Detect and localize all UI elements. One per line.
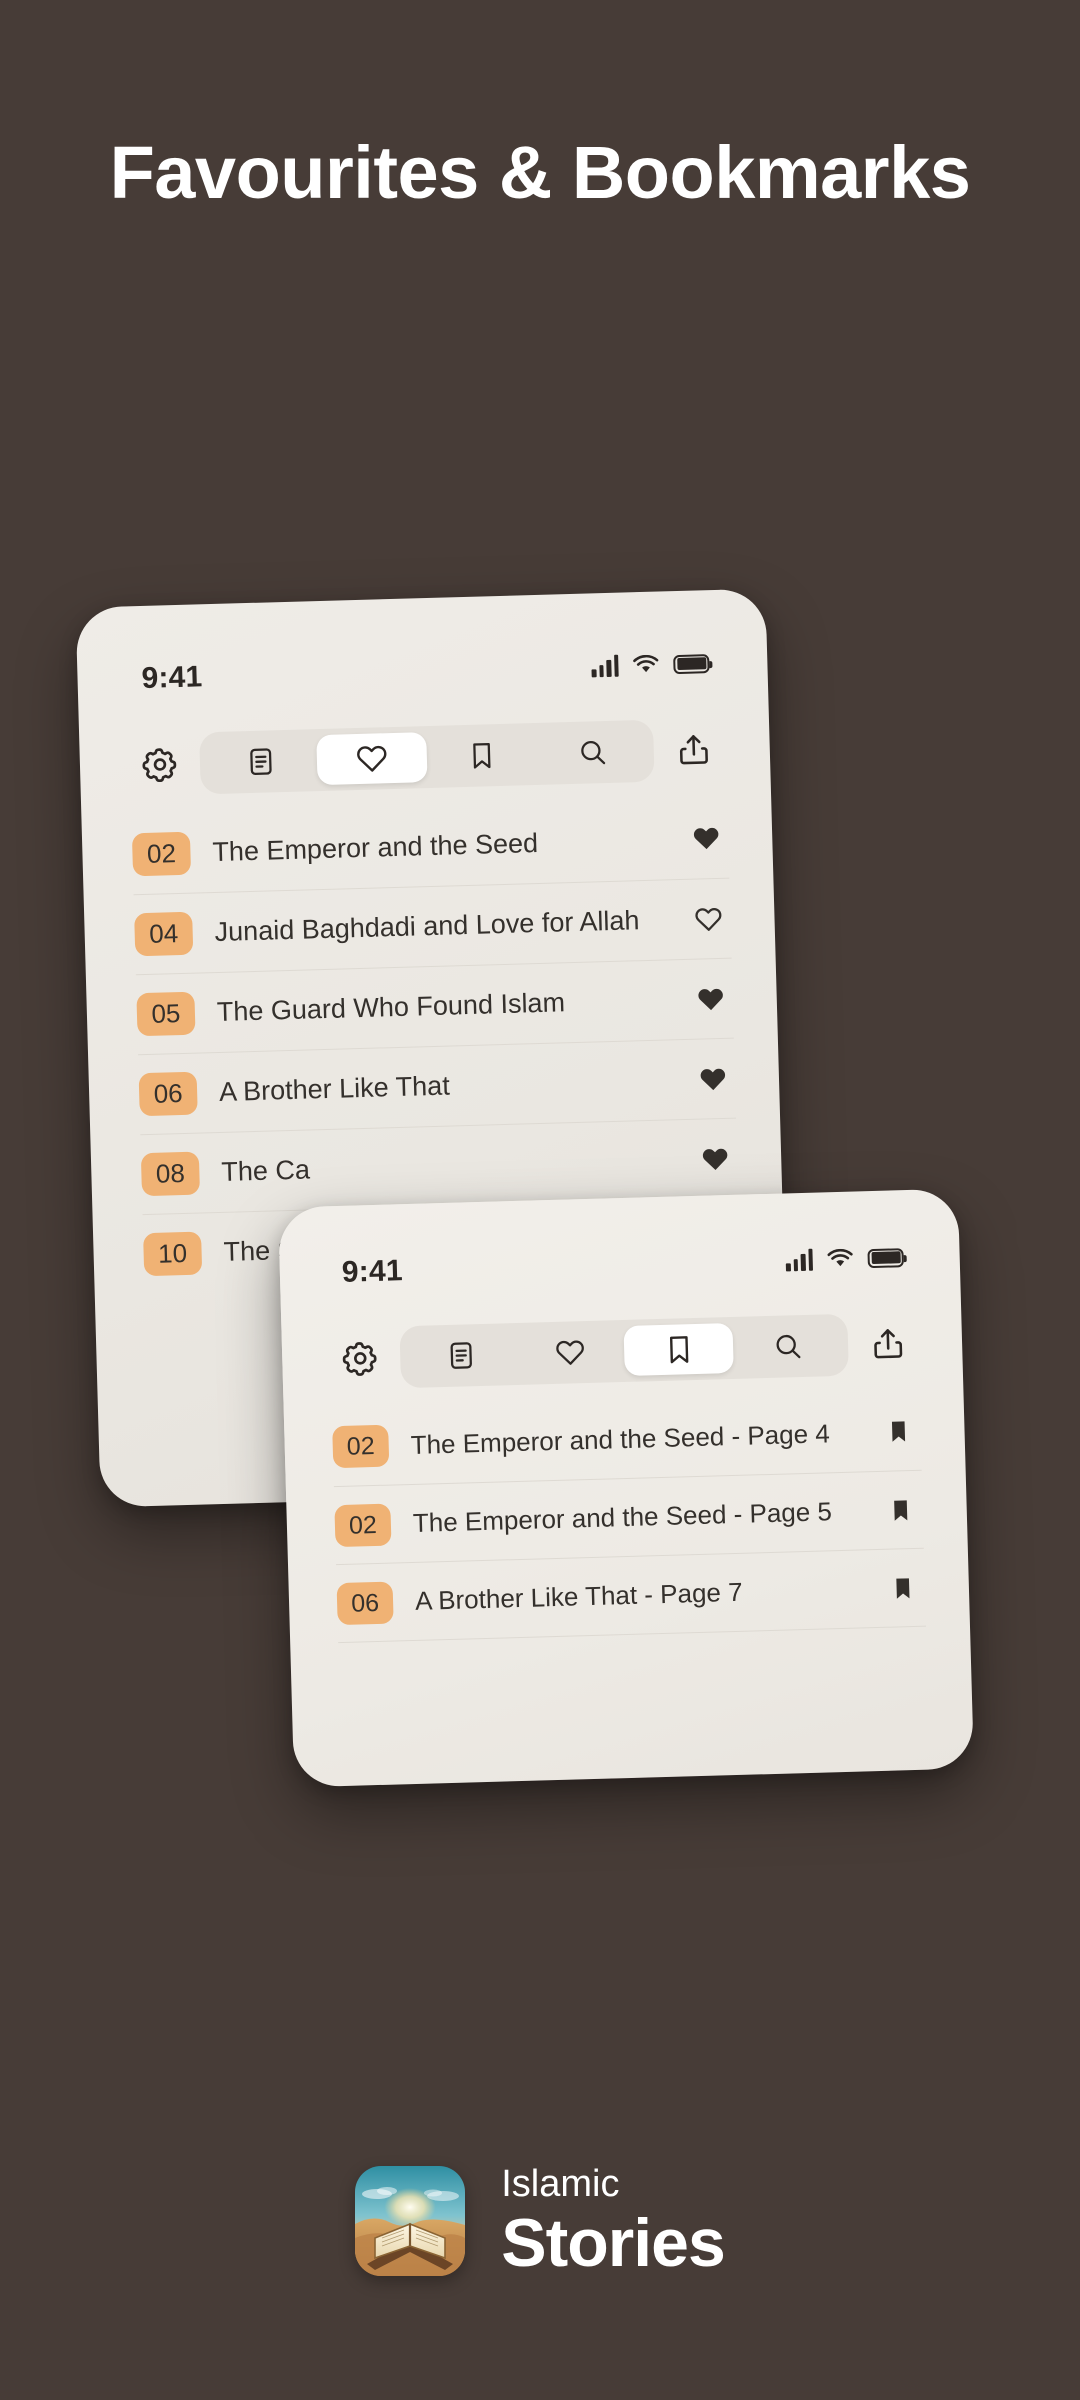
story-number-badge: 06 [336, 1581, 394, 1625]
bookmark-icon [473, 742, 491, 769]
bookmark-toggle[interactable] [876, 1417, 921, 1446]
document-icon [450, 1342, 472, 1369]
brand-line-1: Islamic [501, 2163, 620, 2205]
tab-favourites[interactable] [315, 732, 428, 786]
favourite-toggle[interactable] [686, 903, 731, 934]
tab-bookmarks[interactable] [426, 729, 538, 782]
story-number-badge: 02 [334, 1503, 392, 1547]
heart-icon [555, 1340, 584, 1365]
story-title: The Ca [220, 1154, 311, 1187]
brand-line-2: Stories [501, 2205, 726, 2281]
search-icon [580, 740, 605, 765]
story-title: Junaid Baghdadi and Love for Allah [214, 905, 640, 948]
heart-filled-icon [698, 988, 723, 1010]
share-button[interactable] [665, 721, 723, 779]
brand-text: Islamic Stories [501, 2163, 726, 2281]
tab-stories[interactable] [205, 735, 317, 788]
status-bar: 9:41 [279, 1221, 961, 1310]
bookmark-toggle[interactable] [878, 1495, 923, 1524]
tab-search[interactable] [537, 726, 649, 779]
bookmark-filled-icon [891, 1421, 906, 1442]
wifi-icon [827, 1248, 853, 1267]
cellular-signal-icon [785, 1248, 814, 1272]
phone-mockup-bookmarks: 9:41 02 The Emperor and the Seed - Page … [278, 1188, 974, 1788]
favourite-toggle[interactable] [688, 983, 733, 1014]
favourite-toggle[interactable] [693, 1143, 738, 1174]
battery-icon [673, 653, 710, 674]
app-branding: Islamic Stories [0, 2165, 1080, 2277]
status-clock: 9:41 [341, 1254, 404, 1289]
bookmark-filled-icon [896, 1577, 910, 1599]
tab-favourites[interactable] [515, 1326, 625, 1379]
heart-icon [356, 745, 387, 772]
story-number-badge: 06 [138, 1071, 198, 1117]
toolbar [281, 1311, 962, 1392]
story-number-badge: 02 [332, 1424, 390, 1469]
page-title: Favourites & Bookmarks [109, 131, 971, 214]
story-number-badge: 05 [136, 991, 196, 1037]
story-number-badge: 04 [134, 911, 194, 957]
story-number-badge: 08 [140, 1151, 201, 1197]
bookmark-title: The Emperor and the Seed - Page 4 [410, 1417, 831, 1460]
status-indicators [591, 652, 710, 678]
bookmark-title: The Emperor and the Seed - Page 5 [412, 1496, 833, 1538]
heart-filled-icon [702, 1148, 728, 1170]
share-icon [874, 1329, 903, 1359]
status-clock: 9:41 [141, 660, 203, 695]
search-icon [776, 1334, 800, 1359]
bookmark-title: A Brother Like That - Page 7 [414, 1576, 743, 1616]
story-number-badge: 10 [143, 1231, 203, 1277]
bookmark-toggle[interactable] [881, 1573, 926, 1602]
heart-filled-icon [700, 1068, 726, 1090]
cellular-signal-icon [591, 654, 619, 678]
story-title: A Brother Like That [218, 1070, 451, 1107]
battery-icon [867, 1247, 904, 1268]
gear-icon [342, 1342, 377, 1376]
tab-search[interactable] [732, 1320, 842, 1373]
tab-bookmarks[interactable] [623, 1322, 734, 1376]
bookmark-filled-icon [894, 1499, 908, 1521]
favourite-toggle[interactable] [684, 823, 729, 854]
tab-stories[interactable] [406, 1329, 516, 1382]
wifi-icon [633, 654, 659, 673]
toolbar [79, 716, 770, 797]
share-icon [679, 735, 708, 765]
heart-filled-icon [693, 827, 719, 850]
settings-button[interactable] [131, 736, 189, 794]
bookmark-icon [669, 1336, 688, 1364]
settings-button[interactable] [332, 1330, 390, 1388]
list-item-empty [338, 1625, 929, 1721]
share-button[interactable] [859, 1315, 917, 1373]
story-title: The Guard Who Found Islam [216, 987, 566, 1028]
status-bar: 9:41 [77, 627, 769, 716]
segmented-tab-control [199, 719, 655, 795]
document-icon [250, 748, 272, 775]
segmented-tab-control [399, 1313, 849, 1389]
status-indicators [785, 1246, 904, 1272]
story-title: The Emperor and the Seed [212, 827, 539, 867]
islamic-stories-app-icon [355, 2166, 466, 2276]
gear-icon [142, 748, 177, 783]
heart-outline-icon [695, 907, 722, 931]
favourite-toggle[interactable] [691, 1063, 736, 1094]
bookmarks-list: 02 The Emperor and the Seed - Page 4 02 … [284, 1391, 972, 1722]
story-number-badge: 02 [131, 831, 192, 876]
